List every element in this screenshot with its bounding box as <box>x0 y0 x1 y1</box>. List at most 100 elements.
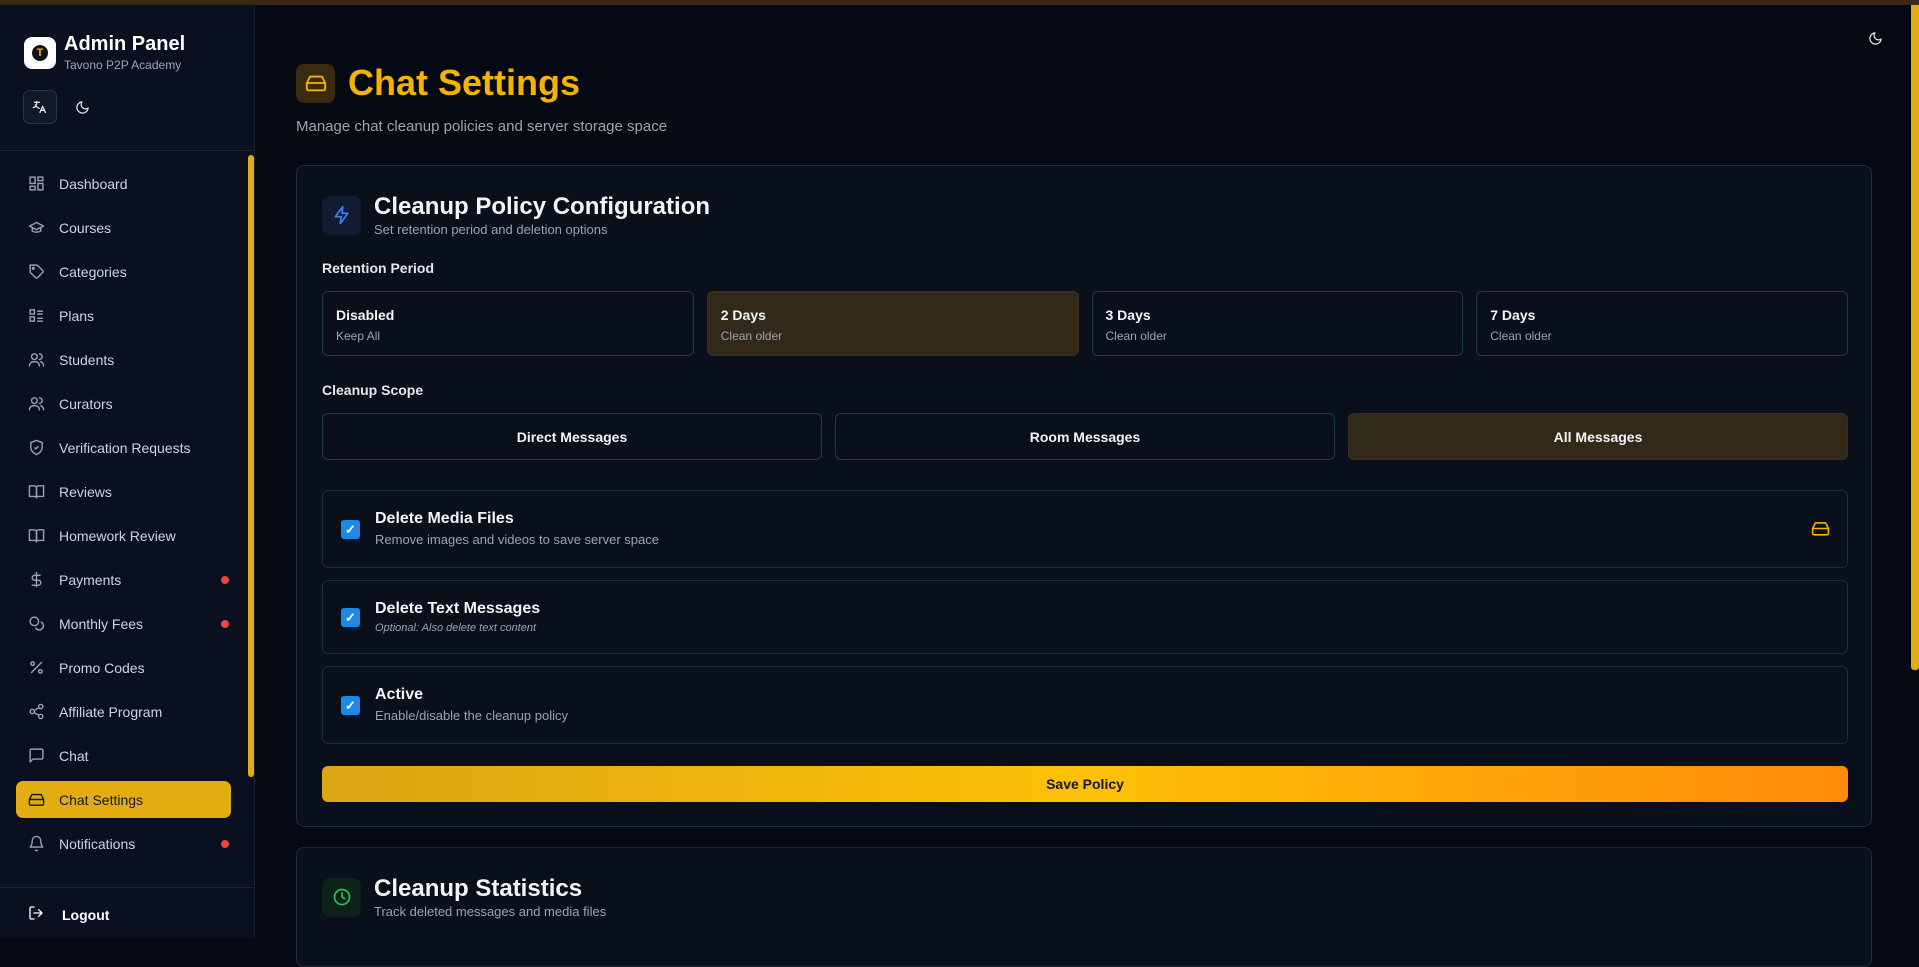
translate-icon <box>32 101 46 113</box>
main-content: Chat Settings Manage chat cleanup polici… <box>255 5 1919 967</box>
hard-drive-icon <box>27 791 45 809</box>
sidebar-item-label: Homework Review <box>59 527 176 544</box>
cleanup-scope-options: Direct Messages Room Messages All Messag… <box>322 413 1848 460</box>
save-policy-button[interactable]: Save Policy <box>322 766 1848 802</box>
option-subtitle: Keep All <box>336 329 381 343</box>
sidebar-item-label: Students <box>59 351 115 368</box>
scope-option-direct-messages[interactable]: Direct Messages <box>322 413 822 460</box>
sidebar: T Admin Panel Tavono P2P Academy Dashboa… <box>0 5 255 938</box>
sidebar-item-label: Verification Requests <box>59 439 191 456</box>
list-icon <box>27 307 45 325</box>
option-title: 2 Days <box>720 307 766 323</box>
book-open-icon <box>27 483 45 501</box>
option-title: Active <box>375 686 424 703</box>
sidebar-item-plans[interactable]: Plans <box>16 297 231 334</box>
notification-badge <box>221 840 229 848</box>
sidebar-item-label: Categories <box>59 263 127 280</box>
users-icon <box>27 395 45 413</box>
retention-option-7-days[interactable]: 7 Days Clean older <box>1476 291 1848 356</box>
sidebar-item-promo-codes[interactable]: Promo Codes <box>16 649 231 686</box>
sidebar-item-reviews[interactable]: Reviews <box>16 473 231 510</box>
card-description: Track deleted messages and media files <box>374 904 607 919</box>
share-icon <box>27 703 45 721</box>
sidebar-item-label: Reviews <box>59 483 112 500</box>
main-scrollbar[interactable] <box>1911 5 1919 670</box>
sidebar-nav: Dashboard Courses Categories Plans Stude… <box>16 165 231 869</box>
logout-divider <box>0 887 255 888</box>
cleanup-statistics-card: Cleanup Statistics Track deleted message… <box>296 847 1872 967</box>
retention-options: Disabled Keep All 2 Days Clean older 3 D… <box>322 291 1848 356</box>
theme-toggle-button[interactable] <box>1868 31 1883 51</box>
logout-button[interactable]: Logout <box>28 905 109 924</box>
theme-toggle-button[interactable] <box>65 90 99 124</box>
option-title: Disabled <box>336 307 395 323</box>
sidebar-item-students[interactable]: Students <box>16 341 231 378</box>
sidebar-divider <box>0 150 255 151</box>
delete-media-files-checkbox[interactable]: ✓ <box>341 520 360 539</box>
grid-icon <box>27 175 45 193</box>
retention-option-3-days[interactable]: 3 Days Clean older <box>1091 291 1464 356</box>
hard-drive-icon <box>1811 519 1830 543</box>
message-square-icon <box>27 747 45 765</box>
card-title: Cleanup Statistics <box>374 875 583 902</box>
sidebar-item-label: Notifications <box>59 835 136 852</box>
lightning-icon <box>322 195 361 235</box>
sidebar-item-notifications[interactable]: Notifications <box>16 825 231 862</box>
sidebar-item-label: Dashboard <box>59 175 128 192</box>
brand: T Admin Panel Tavono P2P Academy <box>0 5 254 72</box>
moon-icon <box>1869 32 1882 45</box>
option-active: ✓ Active Enable/disable the cleanup poli… <box>322 666 1848 744</box>
sidebar-item-label: Chat Settings <box>59 791 144 808</box>
sidebar-scrollbar[interactable] <box>248 155 254 777</box>
option-title: Delete Media Files <box>375 510 514 527</box>
card-header: Cleanup Statistics Track deleted message… <box>322 875 606 919</box>
sidebar-item-label: Payments <box>59 571 122 588</box>
bell-icon <box>27 835 45 853</box>
option-description: Enable/disable the cleanup policy <box>375 708 568 723</box>
sidebar-item-monthly-fees[interactable]: Monthly Fees <box>16 605 231 642</box>
retention-option-disabled[interactable]: Disabled Keep All <box>322 291 694 356</box>
sidebar-item-label: Affiliate Program <box>59 703 163 720</box>
logout-label: Logout <box>62 906 110 923</box>
sidebar-item-label: Promo Codes <box>59 659 145 676</box>
option-subtitle: Clean older <box>1490 329 1552 343</box>
sidebar-item-payments[interactable]: Payments <box>16 561 231 598</box>
option-delete-text-messages: ✓ Delete Text Messages Optional: Also de… <box>322 580 1848 654</box>
option-title: 7 Days <box>1490 307 1536 323</box>
page-header: Chat Settings <box>296 62 580 104</box>
sidebar-tools <box>0 72 254 124</box>
sidebar-item-dashboard[interactable]: Dashboard <box>16 165 231 202</box>
logout-icon <box>28 905 44 924</box>
option-description: Optional: Also delete text content <box>375 622 537 634</box>
sidebar-item-label: Curators <box>59 395 113 412</box>
sidebar-item-categories[interactable]: Categories <box>16 253 231 290</box>
option-description: Remove images and videos to save server … <box>375 532 659 547</box>
delete-text-messages-checkbox[interactable]: ✓ <box>341 608 360 627</box>
option-subtitle: Clean older <box>1105 329 1167 343</box>
coins-icon <box>27 615 45 633</box>
sidebar-item-chat[interactable]: Chat <box>16 737 231 774</box>
card-header: Cleanup Policy Configuration Set retenti… <box>322 193 710 237</box>
scope-option-room-messages[interactable]: Room Messages <box>835 413 1335 460</box>
retention-option-2-days[interactable]: 2 Days Clean older <box>706 291 1079 356</box>
sidebar-item-chat-settings[interactable]: Chat Settings <box>16 781 231 818</box>
moon-icon <box>75 100 89 114</box>
app-logo: T <box>24 36 56 69</box>
sidebar-item-affiliate-program[interactable]: Affiliate Program <box>16 693 231 730</box>
tag-icon <box>27 263 45 281</box>
sidebar-item-homework-review[interactable]: Homework Review <box>16 517 231 554</box>
sidebar-item-verification-requests[interactable]: Verification Requests <box>16 429 231 466</box>
cleanup-scope-label: Cleanup Scope <box>322 382 424 398</box>
card-title: Cleanup Policy Configuration <box>374 193 711 220</box>
language-button[interactable] <box>23 90 57 124</box>
hard-drive-icon <box>296 63 335 103</box>
percent-icon <box>27 659 45 677</box>
app: T Admin Panel Tavono P2P Academy Dashboa… <box>0 5 1919 967</box>
scope-option-all-messages[interactable]: All Messages <box>1348 413 1848 460</box>
graduation-cap-icon <box>27 219 45 237</box>
sidebar-item-curators[interactable]: Curators <box>16 385 231 422</box>
active-checkbox[interactable]: ✓ <box>341 696 360 715</box>
sidebar-item-courses[interactable]: Courses <box>16 209 231 246</box>
users-icon <box>27 351 45 369</box>
clock-icon <box>322 877 361 917</box>
